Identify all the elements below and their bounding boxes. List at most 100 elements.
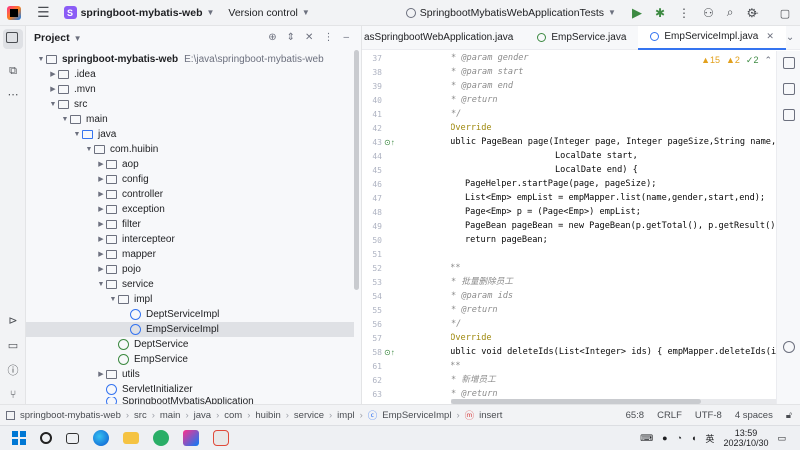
breadcrumb-item[interactable]: src [134, 410, 147, 421]
expand-arrow-icon[interactable]: ▼ [108, 292, 118, 307]
tree-item-empservice[interactable]: EmpService [26, 352, 354, 367]
notifications-icon[interactable] [783, 57, 795, 69]
tree-item-src[interactable]: ▼ src [26, 97, 354, 112]
collapse-arrow-icon[interactable]: ▶ [96, 172, 106, 187]
terminal-icon[interactable]: ▭ [6, 339, 20, 353]
run-configuration-dropdown[interactable]: SpringbootMybatisWebApplicationTests ▼ [405, 7, 616, 19]
collapse-arrow-icon[interactable]: ▶ [48, 67, 58, 82]
collapse-all-icon[interactable]: ✕ [305, 32, 313, 43]
git-icon[interactable]: ⑂ [6, 388, 20, 402]
maximize-icon[interactable]: ▢ [770, 7, 800, 20]
tree-item-exception[interactable]: ▶ exception [26, 202, 354, 217]
collapse-arrow-icon[interactable]: ▶ [96, 247, 106, 262]
problems-icon[interactable]: ⓘ [6, 364, 20, 378]
expand-arrow-icon[interactable]: ▼ [72, 127, 82, 142]
tab-empservice[interactable]: EmpService.java [525, 26, 638, 50]
collapse-arrow-icon[interactable]: ▶ [96, 187, 106, 202]
collapse-arrow-icon[interactable]: ▶ [96, 232, 106, 247]
more-tools-icon[interactable]: ⋯ [6, 88, 20, 102]
tree-item-utils[interactable]: ▶ utils [26, 367, 354, 382]
lock-icon[interactable]: 🔓︎ [786, 410, 792, 421]
expand-all-icon[interactable]: ⇕ [287, 32, 295, 43]
app-icon[interactable] [213, 430, 229, 446]
ai-assistant-icon[interactable] [783, 341, 795, 353]
search-icon[interactable]: ⌕ [727, 5, 734, 20]
expand-arrow-icon[interactable]: ▼ [36, 52, 46, 67]
tree-item-deptserviceimpl[interactable]: DeptServiceImpl [26, 307, 354, 322]
breadcrumb-item[interactable]: java [194, 410, 211, 421]
tree-item-idea[interactable]: ▶ .idea [26, 67, 354, 82]
file-explorer-icon[interactable] [123, 432, 139, 444]
close-tab-icon[interactable]: ✕ [766, 31, 774, 42]
volume-icon[interactable]: ◖ [691, 433, 696, 443]
expand-arrow-icon[interactable]: ▼ [84, 142, 94, 157]
tabs-dropdown-icon[interactable]: ⌄ [786, 32, 794, 43]
task-view-icon[interactable] [66, 432, 79, 444]
tree-item-mapper[interactable]: ▶ mapper [26, 247, 354, 262]
breadcrumb-item[interactable]: service [294, 410, 324, 421]
chevron-down-icon[interactable]: ▼ [206, 8, 214, 17]
tree-item-java[interactable]: ▼ java [26, 127, 354, 142]
options-icon[interactable]: ⋮ [323, 32, 333, 43]
tree-item-config[interactable]: ▶ config [26, 172, 354, 187]
run-icon[interactable]: ▶ [632, 5, 642, 21]
tree-item-servletinitializer[interactable]: ServletInitializer [26, 382, 354, 397]
search-icon[interactable] [40, 432, 52, 444]
tree-item-filter[interactable]: ▶ filter [26, 217, 354, 232]
structure-icon[interactable]: ⧉ [6, 64, 20, 78]
ime-indicator[interactable]: 英 [705, 432, 714, 445]
clock[interactable]: 13:59 2023/10/30 [723, 428, 768, 448]
chevron-down-icon[interactable]: ▼ [74, 34, 82, 43]
tree-item-empserviceimpl[interactable]: EmpServiceImpl [26, 322, 354, 337]
collapse-arrow-icon[interactable]: ▶ [96, 157, 106, 172]
collapse-arrow-icon[interactable]: ▶ [48, 82, 58, 97]
tree-item-deptservice[interactable]: DeptService [26, 337, 354, 352]
services-icon[interactable]: ⊳ [6, 314, 20, 328]
implements-gutter-icon[interactable]: ⊙↑ [384, 348, 395, 357]
more-actions-icon[interactable]: ⋮ [678, 6, 690, 20]
tab-empserviceimpl[interactable]: EmpServiceImpl.java ✕ [638, 25, 786, 50]
breadcrumb-item[interactable]: EmpServiceImpl [382, 410, 451, 421]
tree-item-com-huibin[interactable]: ▼ com.huibin [26, 142, 354, 157]
expand-arrow-icon[interactable]: ▼ [60, 112, 70, 127]
breadcrumb-item[interactable]: springboot-mybatis-web [20, 410, 121, 421]
chevron-down-icon[interactable]: ▼ [302, 8, 310, 17]
tree-item-aop[interactable]: ▶ aop [26, 157, 354, 172]
intellij-icon[interactable] [183, 430, 199, 446]
tree-item-pojo[interactable]: ▶ pojo [26, 262, 354, 277]
tree-item-mvn[interactable]: ▶ .mvn [26, 82, 354, 97]
caret-position[interactable]: 65:8 [626, 410, 645, 421]
project-scrollbar[interactable] [354, 50, 359, 290]
notification-icon[interactable]: ▭ [777, 433, 786, 444]
collapse-arrow-icon[interactable]: ▶ [96, 367, 106, 382]
code-area[interactable]: * @param gender * @param start * @param … [451, 51, 781, 404]
maven-icon[interactable] [783, 109, 795, 121]
network-icon[interactable]: ◔ [677, 433, 682, 443]
file-encoding[interactable]: UTF-8 [695, 410, 722, 421]
chat-tray-icon[interactable]: ● [662, 433, 667, 443]
breadcrumb-item[interactable]: insert [479, 410, 502, 421]
database-icon[interactable] [783, 83, 795, 95]
minimize-icon[interactable]: – [740, 7, 770, 19]
tree-item-root[interactable]: ▼ springboot-mybatis-web E:\java\springboo… [26, 52, 354, 67]
collapse-arrow-icon[interactable]: ▶ [96, 217, 106, 232]
project-panel-title[interactable]: Project [34, 32, 70, 44]
locate-icon[interactable]: ⊕ [268, 32, 276, 43]
tree-item-controller[interactable]: ▶ controller [26, 187, 354, 202]
project-badge[interactable]: S [63, 6, 77, 19]
windows-start-icon[interactable] [12, 431, 26, 445]
breadcrumb-item[interactable]: impl [337, 410, 354, 421]
version-control-dropdown[interactable]: Version control [228, 7, 297, 19]
line-separator[interactable]: CRLF [657, 410, 682, 421]
breadcrumb-item[interactable]: com [224, 410, 242, 421]
indent-setting[interactable]: 4 spaces [735, 410, 773, 421]
wechat-icon[interactable] [153, 430, 169, 446]
add-user-icon[interactable]: ⚇ [703, 6, 714, 20]
expand-arrow-icon[interactable]: ▼ [48, 97, 58, 112]
tree-item-service[interactable]: ▼ service [26, 277, 354, 292]
expand-arrow-icon[interactable]: ▼ [96, 277, 106, 292]
collapse-arrow-icon[interactable]: ▶ [96, 262, 106, 277]
keyboard-icon[interactable]: ⌨ [640, 433, 653, 444]
collapse-arrow-icon[interactable]: ▶ [96, 202, 106, 217]
breadcrumb-item[interactable]: huibin [255, 410, 280, 421]
